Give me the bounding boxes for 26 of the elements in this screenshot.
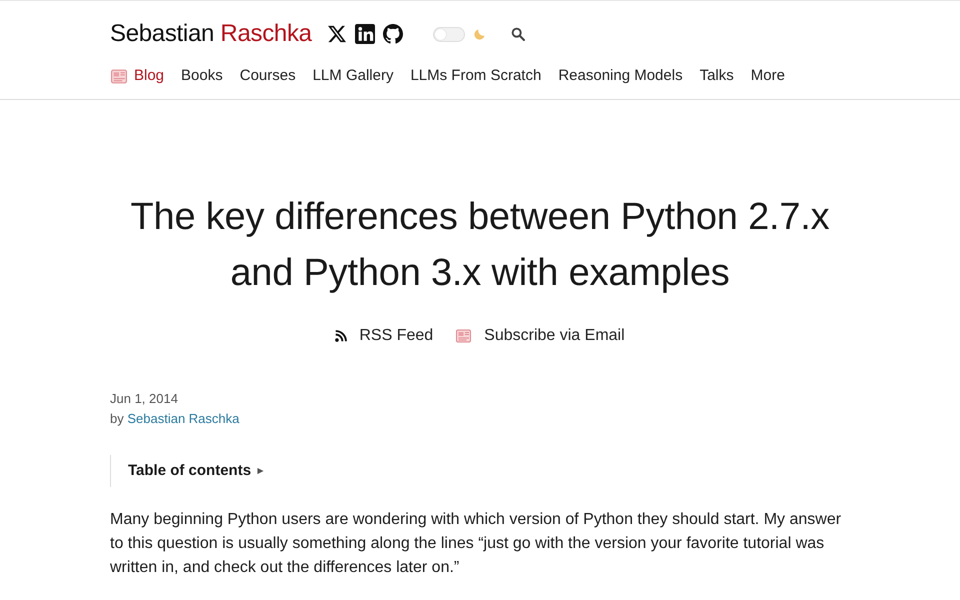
feed-link[interactable]: RSS Feed: [335, 324, 434, 348]
rss-icon: [335, 330, 348, 342]
newsletter-icon: [110, 68, 128, 84]
newsletter-icon: [455, 328, 472, 344]
search-icon[interactable]: [510, 27, 525, 41]
nav-link[interactable]: Books: [181, 66, 223, 86]
author-link[interactable]: Sebastian Raschka: [127, 411, 240, 426]
feed-link[interactable]: Subscribe via Email: [455, 324, 625, 348]
article-title: The key differences between Python 2.7.x and Python 3.x with examples: [130, 195, 830, 296]
body-paragraph: Many beginning Python users are wondering with which version of Python they should start. My answer to this question is usually something along the lines “just go with the version your favorite tutorial was written in, and check out the differences later on.”: [110, 510, 842, 578]
nav-link[interactable]: LLMs From Scratch: [410, 66, 542, 86]
linkedin-logo-icon[interactable]: [354, 24, 375, 44]
nav-link[interactable]: Talks: [700, 66, 734, 86]
theme-toggle[interactable]: [432, 26, 465, 42]
x-logo-icon[interactable]: [326, 24, 347, 44]
github-logo-icon[interactable]: [382, 24, 403, 44]
byline-prefix: by: [110, 411, 124, 426]
post-date: Jun 1, 2014: [110, 390, 179, 408]
site-title[interactable]: Sebastian Raschka: [110, 20, 312, 48]
moon-icon: [474, 28, 485, 40]
nav-link[interactable]: Courses: [240, 66, 296, 86]
nav-link[interactable]: LLM Gallery: [312, 66, 394, 86]
nav-link[interactable]: More: [750, 66, 785, 86]
nav-link[interactable]: Reasoning Models: [558, 66, 683, 86]
toc-toggle[interactable]: Table of contents: [128, 461, 264, 481]
nav-link[interactable]: Blog: [110, 66, 164, 86]
